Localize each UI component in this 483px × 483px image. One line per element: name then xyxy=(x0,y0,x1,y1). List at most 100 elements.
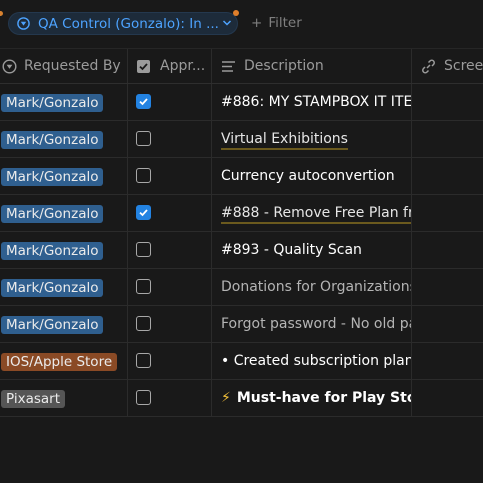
cell-requested-by[interactable]: Mark/Gonzalo xyxy=(0,121,128,157)
cell-approved xyxy=(128,158,212,194)
column-header-description[interactable]: Description xyxy=(212,49,412,83)
cell-description[interactable]: Currency autoconvertion xyxy=(212,158,412,194)
tag-requested-by: Mark/Gonzalo xyxy=(1,131,104,149)
tag-requested-by: Pixasart xyxy=(1,390,66,408)
description-label: Must-have for Play Store xyxy=(236,390,411,406)
tag-requested-by: Mark/Gonzalo xyxy=(1,205,104,223)
cell-screen[interactable] xyxy=(412,158,483,194)
description-text: Donations for Organizations xyxy=(221,279,412,295)
cell-screen[interactable] xyxy=(412,84,483,120)
cell-approved xyxy=(128,121,212,157)
approved-checkbox[interactable] xyxy=(136,131,151,146)
cell-requested-by[interactable]: Mark/Gonzalo xyxy=(0,269,128,305)
filter-indicator-dot xyxy=(0,11,3,16)
text-lines-icon xyxy=(222,61,235,72)
cell-screen[interactable] xyxy=(412,343,483,379)
cell-approved xyxy=(128,269,212,305)
approved-checkbox[interactable] xyxy=(136,279,151,294)
cell-screen[interactable] xyxy=(412,121,483,157)
approved-checkbox[interactable] xyxy=(136,242,151,257)
filter-bar: QA Control (Gonzalo): In ... + Filter xyxy=(0,0,483,46)
cell-approved xyxy=(128,306,212,342)
filter-funnel-icon xyxy=(17,17,30,30)
add-filter-label: Filter xyxy=(268,15,302,31)
checkmark-icon xyxy=(139,209,148,217)
description-text: • Created subscription plans in xyxy=(221,353,411,369)
lightning-bolt-icon: ⚡ xyxy=(221,390,231,406)
table-row[interactable]: Pixasart ⚡ Must-have for Play Store xyxy=(0,380,483,417)
cell-approved xyxy=(128,232,212,268)
cell-screen[interactable] xyxy=(412,269,483,305)
cell-approved xyxy=(128,84,212,120)
table-row[interactable]: Mark/Gonzalo Virtual Exhibitions xyxy=(0,121,483,158)
approved-checkbox[interactable] xyxy=(136,316,151,331)
cell-requested-by[interactable]: Mark/Gonzalo xyxy=(0,195,128,231)
tag-requested-by: Mark/Gonzalo xyxy=(1,316,104,334)
cell-approved xyxy=(128,195,212,231)
add-filter-button[interactable]: + Filter xyxy=(251,15,302,31)
table-row[interactable]: Mark/Gonzalo #893 - Quality Scan xyxy=(0,232,483,269)
approved-checkbox[interactable] xyxy=(136,94,151,109)
cell-description[interactable]: ⚡ Must-have for Play Store xyxy=(212,380,412,416)
cell-screen[interactable] xyxy=(412,380,483,416)
column-header-label: Screen xyxy=(444,58,483,74)
table-row[interactable]: IOS/Apple Store • Created subscription p… xyxy=(0,343,483,380)
table-row[interactable]: Mark/Gonzalo #888 - Remove Free Plan fro… xyxy=(0,195,483,232)
tag-requested-by: Mark/Gonzalo xyxy=(1,168,104,186)
checkmark-icon xyxy=(139,98,148,106)
table-row[interactable]: Mark/Gonzalo Currency autoconvertion xyxy=(0,158,483,195)
cell-description[interactable]: #886: MY STAMPBOX IT ITEMS xyxy=(212,84,412,120)
column-header-approved[interactable]: Appr... xyxy=(128,49,212,83)
column-header-screen[interactable]: Screen xyxy=(412,49,483,83)
column-header-label: Description xyxy=(244,58,324,74)
tag-requested-by: Mark/Gonzalo xyxy=(1,242,104,260)
table-row[interactable]: Mark/Gonzalo #886: MY STAMPBOX IT ITEMS xyxy=(0,84,483,121)
database-table: Requested By Appr... Description Screen xyxy=(0,48,483,417)
column-header-label: Requested By xyxy=(24,58,121,74)
cell-description[interactable]: #888 - Remove Free Plan from xyxy=(212,195,412,231)
cell-approved xyxy=(128,343,212,379)
description-text: ⚡ Must-have for Play Store xyxy=(221,390,411,406)
cell-screen[interactable] xyxy=(412,195,483,231)
cell-description[interactable]: Donations for Organizations xyxy=(212,269,412,305)
tag-requested-by: IOS/Apple Store xyxy=(1,353,118,371)
approved-checkbox[interactable] xyxy=(136,353,151,368)
description-text: Forgot password - No old password xyxy=(221,316,411,332)
cell-requested-by[interactable]: Mark/Gonzalo xyxy=(0,306,128,342)
cell-description[interactable]: • Created subscription plans in xyxy=(212,343,412,379)
cell-requested-by[interactable]: Mark/Gonzalo xyxy=(0,158,128,194)
cell-screen[interactable] xyxy=(412,306,483,342)
approved-checkbox[interactable] xyxy=(136,390,151,405)
plus-icon: + xyxy=(251,15,263,31)
column-header-label: Appr... xyxy=(160,58,206,74)
description-text: #886: MY STAMPBOX IT ITEMS xyxy=(221,94,412,110)
checkbox-icon xyxy=(137,60,150,73)
select-circle-icon xyxy=(2,59,17,74)
chevron-down-icon xyxy=(222,20,232,26)
description-text: Currency autoconvertion xyxy=(221,168,395,184)
cell-screen[interactable] xyxy=(412,232,483,268)
filter-pill-qa-control[interactable]: QA Control (Gonzalo): In ... xyxy=(8,12,238,35)
table-header: Requested By Appr... Description Screen xyxy=(0,48,483,84)
cell-approved xyxy=(128,380,212,416)
column-header-requested-by[interactable]: Requested By xyxy=(0,49,128,83)
table-row[interactable]: Mark/Gonzalo Forgot password - No old pa… xyxy=(0,306,483,343)
cell-description[interactable]: Forgot password - No old password xyxy=(212,306,412,342)
description-text: #893 - Quality Scan xyxy=(221,242,362,258)
description-text: #888 - Remove Free Plan from xyxy=(221,205,411,224)
cell-requested-by[interactable]: Mark/Gonzalo xyxy=(0,232,128,268)
tag-requested-by: Mark/Gonzalo xyxy=(1,94,104,112)
link-icon xyxy=(422,59,435,74)
cell-description[interactable]: #893 - Quality Scan xyxy=(212,232,412,268)
filter-active-dot xyxy=(233,10,239,16)
cell-requested-by[interactable]: IOS/Apple Store xyxy=(0,343,128,379)
cell-requested-by[interactable]: Mark/Gonzalo xyxy=(0,84,128,120)
approved-checkbox[interactable] xyxy=(136,205,151,220)
description-text: Virtual Exhibitions xyxy=(221,131,348,150)
tag-requested-by: Mark/Gonzalo xyxy=(1,279,104,297)
cell-description[interactable]: Virtual Exhibitions xyxy=(212,121,412,157)
cell-requested-by[interactable]: Pixasart xyxy=(0,380,128,416)
filter-pill-label: QA Control (Gonzalo): In ... xyxy=(38,16,219,32)
table-row[interactable]: Mark/Gonzalo Donations for Organizations xyxy=(0,269,483,306)
approved-checkbox[interactable] xyxy=(136,168,151,183)
